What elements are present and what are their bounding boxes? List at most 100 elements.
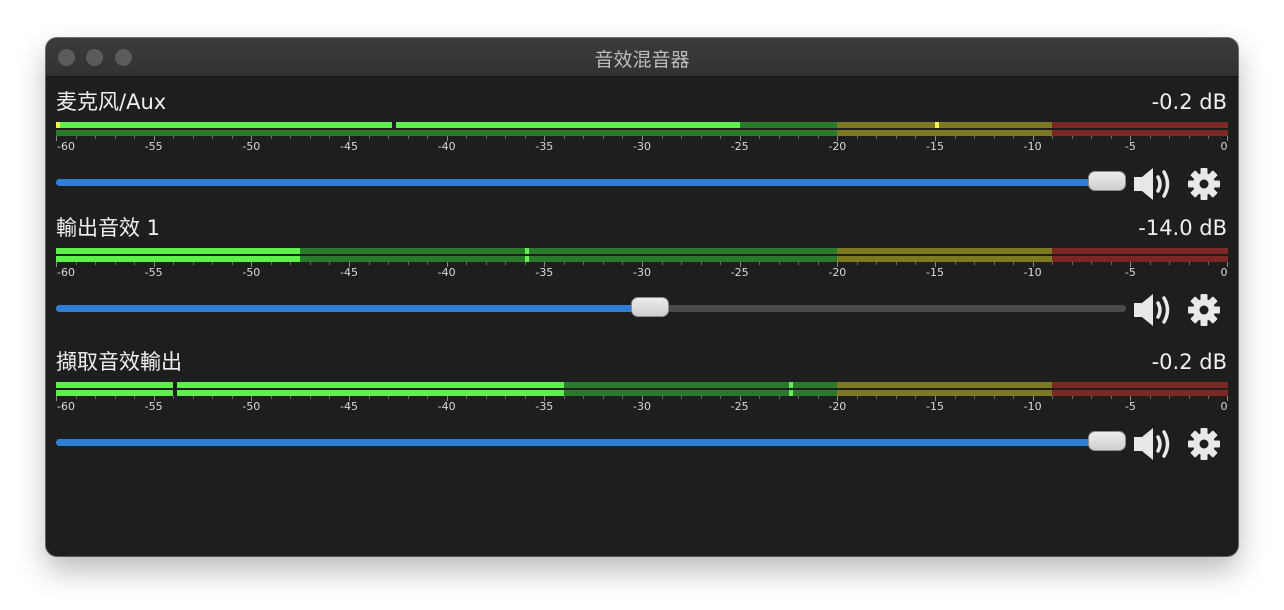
meter-tick xyxy=(75,136,77,139)
meter-tick xyxy=(173,262,175,265)
meter-scale-label: -15 xyxy=(926,140,944,153)
meter-scale-label: -30 xyxy=(633,266,651,279)
meter-tick xyxy=(290,136,292,139)
meter-tick xyxy=(427,262,429,265)
meter-tick xyxy=(759,262,761,265)
meter-tick xyxy=(876,136,878,139)
meter-scale-label: -50 xyxy=(242,400,261,413)
gear-icon xyxy=(1188,168,1220,200)
meter-tick xyxy=(895,262,897,265)
meter-tick xyxy=(700,396,702,399)
meter-tick xyxy=(1052,396,1054,399)
meter-scale-label: -60 xyxy=(57,140,75,153)
meter-tick xyxy=(95,396,97,399)
volume-slider[interactable] xyxy=(56,430,1126,454)
meter-tick xyxy=(1208,396,1210,399)
meter-tick xyxy=(798,136,800,139)
slider-fill xyxy=(56,305,650,312)
meter-scale-label: -45 xyxy=(340,266,358,279)
meter-tick xyxy=(856,136,858,139)
meter-tick xyxy=(212,136,214,139)
meter-scale-label: -60 xyxy=(57,400,75,413)
slider-handle[interactable] xyxy=(1088,171,1126,191)
meter-tick xyxy=(329,136,331,139)
meter-tick xyxy=(993,136,995,139)
channel-name: 麦克风/Aux xyxy=(56,90,167,114)
meter-zone-segment xyxy=(300,248,838,254)
meter-tick xyxy=(1013,262,1015,265)
meter-tick xyxy=(1110,136,1112,139)
meter-tick xyxy=(602,396,604,399)
meter-peak-hold-marker xyxy=(524,248,529,254)
meter-tick xyxy=(895,396,897,399)
meter-tick xyxy=(524,136,526,139)
slider-handle[interactable] xyxy=(630,297,669,317)
meter-tick xyxy=(134,262,136,265)
meter-scale-label: -10 xyxy=(1023,140,1042,153)
meter-tick xyxy=(876,396,878,399)
meter-tick xyxy=(563,136,565,139)
meter-tick xyxy=(1110,262,1112,265)
meter-scale-label: 0 xyxy=(1220,400,1228,413)
meter-peak-indicator xyxy=(56,382,60,388)
meter-tick xyxy=(192,262,194,265)
meter-tick xyxy=(309,136,311,139)
meter-tick xyxy=(798,396,800,399)
meter-tick xyxy=(368,396,370,399)
gear-icon[interactable] xyxy=(1186,424,1222,464)
meter-scale-label: -35 xyxy=(535,400,554,413)
meter-tick xyxy=(583,136,585,139)
meter-tick xyxy=(1091,136,1093,139)
meter-tick xyxy=(1052,262,1054,265)
meter-tick xyxy=(1071,136,1073,139)
meter-scale-label: -25 xyxy=(730,140,749,153)
meter-tick xyxy=(212,396,214,399)
meter-tick xyxy=(681,136,683,139)
meter-tick xyxy=(974,262,976,265)
volume-meter xyxy=(56,122,1228,136)
meter-tick xyxy=(231,136,233,139)
meter-tick xyxy=(1052,136,1054,139)
meter-scale-label: -25 xyxy=(730,400,749,413)
meter-peak-hold-marker xyxy=(788,382,793,388)
meter-tick xyxy=(1013,396,1015,399)
meter-scale-label: -15 xyxy=(926,266,944,279)
meter-tick xyxy=(407,262,409,265)
meter-scale-label: -35 xyxy=(535,266,554,279)
meter-tick xyxy=(622,396,624,399)
meter-channel-row xyxy=(56,382,1228,388)
meter-tick xyxy=(974,396,976,399)
slider-handle[interactable] xyxy=(1088,431,1126,451)
meter-tick xyxy=(427,396,429,399)
title-bar[interactable]: 音效混音器 xyxy=(46,38,1238,77)
meter-scale-label: -20 xyxy=(828,400,847,413)
meter-tick xyxy=(388,262,390,265)
meter-scale-label: -5 xyxy=(1124,400,1136,413)
gear-icon[interactable] xyxy=(1186,164,1222,204)
meter-tick xyxy=(1169,396,1171,399)
meter-tick xyxy=(524,396,526,399)
meter-peak-indicator xyxy=(56,122,60,128)
meter-tick xyxy=(1071,262,1073,265)
gear-icon[interactable] xyxy=(1186,290,1222,330)
volume-slider[interactable] xyxy=(56,296,1126,320)
meter-tick xyxy=(817,396,819,399)
mixer-channel-output-1: 輸出音效 1 -14.0 dB -60 -55 -50 -45 -40 -35 -30 -25… xyxy=(56,214,1228,334)
meter-scale-label: -45 xyxy=(340,400,358,413)
meter-tick xyxy=(681,396,683,399)
volume-slider[interactable] xyxy=(56,170,1126,194)
meter-tick xyxy=(817,136,819,139)
meter-tick xyxy=(1188,396,1190,399)
meter-tick xyxy=(407,396,409,399)
gear-icon xyxy=(1188,294,1220,326)
meter-tick xyxy=(231,396,233,399)
slider-fill xyxy=(56,439,1116,446)
speaker-volume-icon[interactable] xyxy=(1132,424,1176,464)
meter-tick xyxy=(485,136,487,139)
meter-tick xyxy=(661,396,663,399)
speaker-volume-icon[interactable] xyxy=(1132,290,1176,330)
speaker-volume-icon[interactable] xyxy=(1132,164,1176,204)
meter-scale-label: -25 xyxy=(730,266,749,279)
meter-tick xyxy=(290,396,292,399)
meter-scale-label: -15 xyxy=(926,400,944,413)
